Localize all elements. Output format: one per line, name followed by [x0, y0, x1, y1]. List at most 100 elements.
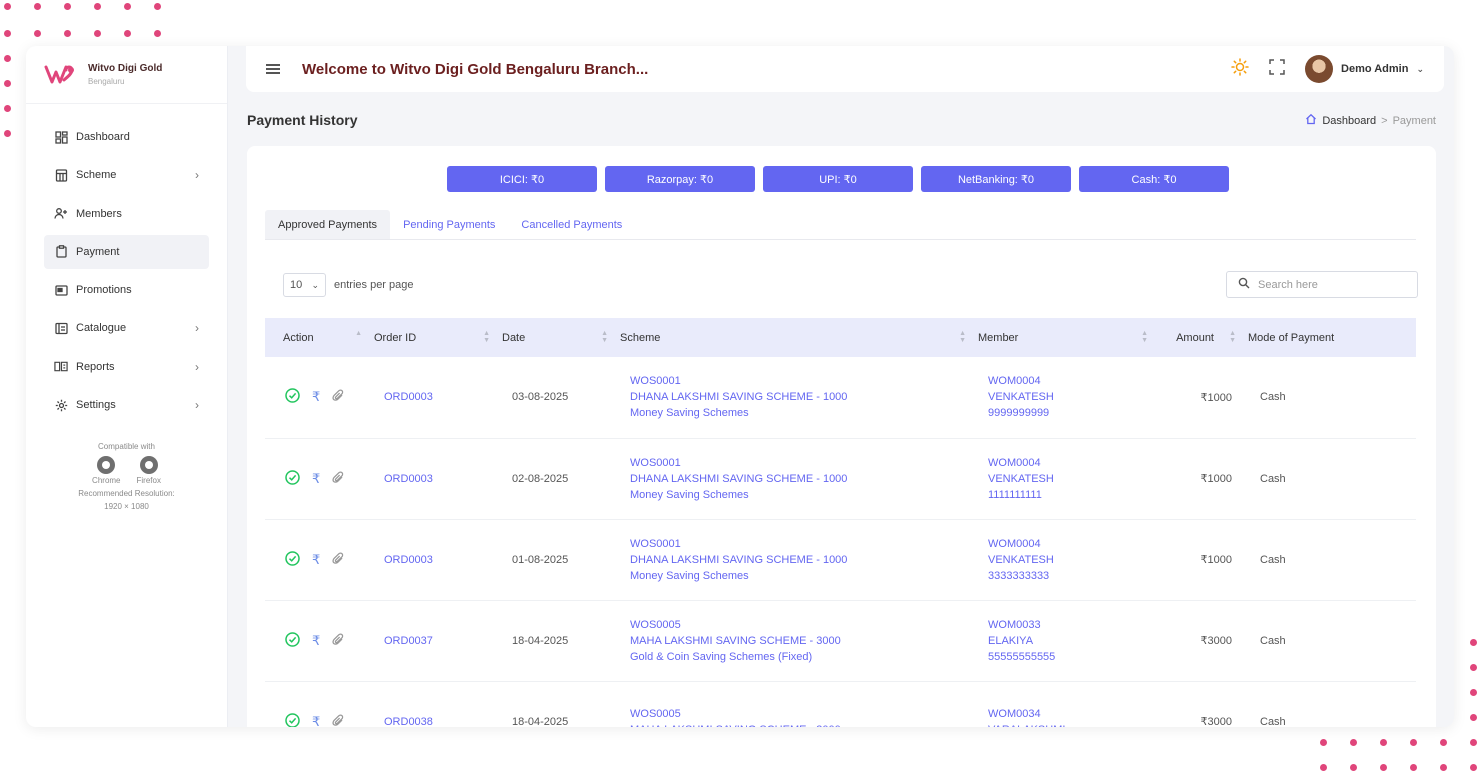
fullscreen-icon[interactable] [1269, 58, 1285, 80]
decorative-dot [1410, 764, 1417, 771]
table-row[interactable]: ₹ ORD0003 01-08-2025 WOS0001 DHANA LAKSHMI S… [265, 519, 1416, 600]
decorative-dot [34, 3, 41, 10]
member-cell[interactable]: WOM0004 VENKATESH 9999999999 [988, 373, 1156, 421]
approve-check-icon[interactable] [285, 469, 300, 488]
member-cell[interactable]: WOM0004 VENKATESH 3333333333 [988, 536, 1156, 584]
amount: ₹3000 [1200, 716, 1232, 727]
sort-icon: ▲ ▼ [1141, 330, 1148, 344]
approve-check-icon[interactable] [285, 712, 300, 727]
attachment-icon[interactable] [332, 551, 345, 568]
breadcrumb: Dashboard > Payment [1305, 113, 1436, 128]
scheme-cell[interactable]: WOS0001 DHANA LAKSHMI SAVING SCHEME - 100… [630, 455, 974, 503]
decorative-dot [4, 105, 11, 112]
user-menu[interactable]: Demo Admin ⌄ [1305, 55, 1424, 83]
rupee-icon[interactable]: ₹ [312, 389, 320, 405]
sidebar-item-catalogue[interactable]: Catalogue › [44, 311, 209, 345]
rupee-icon[interactable]: ₹ [312, 633, 320, 649]
decorative-dot [1440, 764, 1447, 771]
members-icon [54, 207, 68, 221]
total-pill-razorpay[interactable]: Razorpay: ₹0 [605, 166, 755, 192]
scheme-cell[interactable]: WOS0001 DHANA LAKSHMI SAVING SCHEME - 100… [630, 536, 974, 584]
member-cell[interactable]: WOM0004 VENKATESH 1111111111 [988, 455, 1156, 503]
total-pill-upi[interactable]: UPI: ₹0 [763, 166, 913, 192]
column-header-member[interactable]: Member ▲ ▼ [974, 318, 1156, 357]
sidebar-item-members[interactable]: Members [44, 197, 209, 231]
catalogue-icon [54, 321, 68, 335]
attachment-icon[interactable] [332, 713, 345, 728]
rupee-icon[interactable]: ₹ [312, 714, 320, 728]
column-header-mode-of-payment[interactable]: Mode of Payment [1244, 318, 1416, 357]
column-header-amount[interactable]: Amount ▲ ▼ [1156, 318, 1244, 357]
decorative-dot [64, 3, 71, 10]
order-id-link[interactable]: ORD0003 [384, 473, 433, 485]
amount: ₹1000 [1200, 391, 1232, 404]
sidebar-item-settings[interactable]: Settings › [44, 388, 209, 422]
member-phone: 3333333333 [988, 569, 1050, 582]
rupee-icon[interactable]: ₹ [312, 552, 320, 568]
gear-icon [54, 398, 68, 412]
total-pill-netbanking[interactable]: NetBanking: ₹0 [921, 166, 1071, 192]
attachment-icon[interactable] [332, 632, 345, 649]
sidebar-item-payment[interactable]: Payment [44, 234, 209, 269]
table-row[interactable]: ₹ ORD0037 18-04-2025 WOS0005 MAHA LAKSHMI SA… [265, 600, 1416, 681]
decorative-dot [4, 55, 11, 62]
total-pill-icici[interactable]: ICICI: ₹0 [447, 166, 597, 192]
breadcrumb-home[interactable]: Dashboard [1322, 115, 1376, 127]
attachment-icon[interactable] [332, 389, 345, 405]
payment-history-card: ICICI: ₹0 Razorpay: ₹0 UPI: ₹0 NetBanking: … [247, 146, 1436, 727]
member-cell[interactable]: WOM0034 VARALAKSHMI [988, 706, 1156, 728]
decorative-dot [94, 30, 101, 37]
calculator-icon [54, 168, 68, 182]
member-code: WOM0034 [988, 707, 1041, 720]
brand-logo-icon [44, 64, 76, 86]
brand[interactable]: Witvo Digi Gold Bengaluru [26, 46, 227, 104]
scheme-cell[interactable]: WOS0001 DHANA LAKSHMI SAVING SCHEME - 100… [630, 373, 974, 421]
table-row[interactable]: ₹ ORD0038 18-04-2025 WOS0005 MAHA LAKSHMI SA… [265, 681, 1416, 727]
sidebar-item-dashboard[interactable]: Dashboard [44, 120, 209, 154]
amount: ₹3000 [1200, 635, 1232, 647]
sidebar-item-scheme[interactable]: Scheme › [44, 158, 209, 192]
theme-toggle-sun-icon[interactable] [1231, 57, 1249, 81]
column-header-order-id[interactable]: Order ID ▲ ▼ [370, 318, 498, 357]
column-header-label: Date [502, 331, 526, 344]
payment-tabs: Approved Payments Pending Payments Cancell… [265, 210, 1416, 240]
payment-date: 02-08-2025 [512, 472, 569, 485]
sidebar-item-promotions[interactable]: Promotions [44, 273, 209, 307]
order-id-link[interactable]: ORD0003 [384, 391, 433, 403]
hamburger-menu-icon[interactable] [266, 64, 280, 74]
attachment-icon[interactable] [332, 470, 345, 487]
payment-mode: Cash [1260, 472, 1286, 485]
decorative-dot [1320, 764, 1327, 771]
table-row[interactable]: ₹ ORD0003 02-08-2025 WOS0001 DHANA LAKSHMI S… [265, 438, 1416, 519]
decorative-dot [1380, 764, 1387, 771]
search-input[interactable] [1258, 278, 1398, 291]
column-header-date[interactable]: Date ▲ ▼ [498, 318, 616, 357]
scheme-cell[interactable]: WOS0005 MAHA LAKSHMI SAVING SCHEME - 3000… [630, 617, 974, 665]
order-id-link[interactable]: ORD0038 [384, 716, 433, 728]
sidebar-item-reports[interactable]: Reports › [44, 350, 209, 384]
search-icon [1238, 276, 1250, 294]
member-name: VARALAKSHMI [988, 722, 1156, 728]
approve-check-icon[interactable] [285, 550, 300, 569]
chevron-right-icon: › [195, 359, 199, 374]
order-id-link[interactable]: ORD0037 [384, 635, 433, 647]
rupee-icon[interactable]: ₹ [312, 471, 320, 487]
column-header-scheme[interactable]: Scheme ▲ ▼ [616, 318, 974, 357]
breadcrumb-current: Payment [1392, 114, 1436, 127]
tab-pending-payments[interactable]: Pending Payments [390, 210, 508, 239]
order-id-link[interactable]: ORD0003 [384, 554, 433, 566]
sidebar-item-label: Scheme [76, 169, 117, 182]
total-pill-cash[interactable]: Cash: ₹0 [1079, 166, 1229, 192]
tab-approved-payments[interactable]: Approved Payments [265, 210, 391, 239]
firefox-icon [139, 456, 158, 475]
tab-cancelled-payments[interactable]: Cancelled Payments [508, 210, 635, 239]
table-row[interactable]: ₹ ORD0003 03-08-2025 WOS0001 DHANA LAKSHMI S… [265, 357, 1416, 438]
scheme-cell[interactable]: WOS0005 MAHA LAKSHMI SAVING SCHEME - 3000 [630, 706, 974, 728]
approve-check-icon[interactable] [285, 388, 300, 406]
sidebar-item-label: Reports [76, 360, 115, 373]
decorative-dot [1470, 739, 1477, 746]
member-cell[interactable]: WOM0033 ELAKIYA 55555555555 [988, 617, 1156, 665]
entries-select[interactable]: 10 ⌄ [283, 273, 326, 297]
column-header-action[interactable]: Action ▲ [265, 318, 370, 357]
approve-check-icon[interactable] [285, 631, 300, 650]
